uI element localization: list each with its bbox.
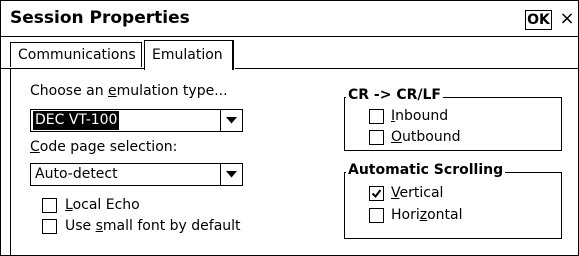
tab-divider: [235, 68, 578, 69]
scrolling-groupbox: [344, 172, 562, 239]
checkmark-icon: [371, 189, 382, 199]
session-properties-window: Session Properties OK × Communications E…: [0, 0, 579, 256]
combo-dropdown-button[interactable]: [220, 164, 242, 185]
vertical-checkbox[interactable]: [369, 186, 384, 201]
crlf-group-title: CR -> CR/LF: [346, 87, 443, 103]
title-bar: Session Properties OK ×: [1, 1, 578, 37]
outbound-checkbox[interactable]: [369, 130, 384, 145]
chevron-down-icon: [226, 117, 237, 124]
ok-button[interactable]: OK: [525, 10, 552, 30]
scrolling-group-title: Automatic Scrolling: [346, 162, 506, 178]
inbound-label[interactable]: Inbound: [391, 108, 448, 124]
local-echo-label[interactable]: Local Echo: [65, 197, 140, 213]
emulation-type-label: Choose an emulation type...: [30, 83, 228, 99]
emulation-type-value: DEC VT-100: [33, 111, 120, 130]
small-font-label[interactable]: Use small font by default: [65, 218, 241, 234]
local-echo-checkbox[interactable]: [42, 198, 57, 213]
tab-emulation[interactable]: Emulation: [144, 40, 234, 70]
horizontal-label[interactable]: Horizontal: [391, 207, 463, 223]
inbound-checkbox[interactable]: [369, 109, 384, 124]
chevron-down-icon: [226, 171, 237, 178]
tab-divider: [1, 68, 144, 69]
horizontal-checkbox[interactable]: [369, 208, 384, 223]
vertical-label[interactable]: Vertical: [391, 185, 443, 201]
code-page-value: Auto-detect: [35, 166, 118, 182]
close-button[interactable]: ×: [557, 9, 577, 31]
combo-dropdown-button[interactable]: [220, 110, 242, 131]
emulation-type-select[interactable]: DEC VT-100: [30, 109, 243, 132]
code-page-select[interactable]: Auto-detect: [30, 163, 243, 186]
window-title: Session Properties: [10, 8, 190, 28]
tab-strip: Communications Emulation: [1, 37, 578, 70]
outbound-label[interactable]: Outbound: [391, 129, 460, 145]
code-page-label: Code page selection:: [30, 139, 178, 155]
small-font-checkbox[interactable]: [42, 219, 57, 234]
panel-border: [10, 68, 11, 256]
tab-communications[interactable]: Communications: [10, 42, 142, 67]
